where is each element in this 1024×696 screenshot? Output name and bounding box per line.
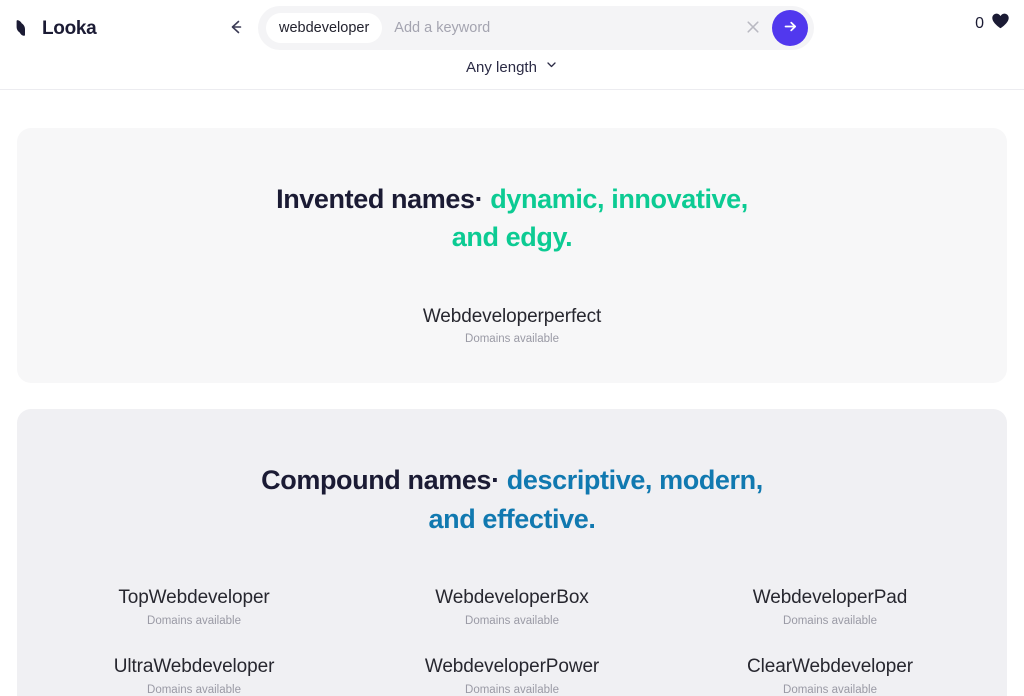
name-subtitle: Domains available <box>783 683 877 696</box>
name-result-item[interactable]: WebdeveloperPad Domains available <box>677 586 983 627</box>
search-input[interactable] <box>382 13 740 43</box>
search-submit-button[interactable] <box>772 10 808 46</box>
name-result-item[interactable]: WebdeveloperBox Domains available <box>359 586 665 627</box>
name-subtitle: Domains available <box>465 614 559 627</box>
name-title: WebdeveloperPad <box>752 587 908 609</box>
name-subtitle: Domains available <box>465 683 559 696</box>
arrow-right-icon <box>782 18 799 38</box>
invented-heading-accent: dynamic, innovative, and edgy. <box>451 184 749 253</box>
heart-filled-icon <box>991 12 1010 35</box>
invented-heading-separator: · <box>474 184 484 214</box>
name-subtitle: Domains available <box>783 614 877 627</box>
compound-names-heading: Compound names· descriptive, modern, and… <box>252 461 772 538</box>
chevron-down-icon <box>545 58 558 76</box>
compound-names-card: Compound names· descriptive, modern, and… <box>17 409 1007 696</box>
favorites-count: 0 <box>975 14 984 32</box>
brand-logo[interactable]: Looka <box>14 14 97 42</box>
brand-name: Looka <box>42 17 97 39</box>
name-title: WebdeveloperBox <box>435 587 589 609</box>
name-subtitle: Domains available <box>147 614 241 627</box>
search-bar[interactable]: webdeveloper <box>258 6 814 50</box>
app-header: Looka webdeveloper Add a keyword Any len… <box>0 0 1024 90</box>
name-subtitle: Domains available <box>147 683 241 696</box>
invented-heading-primary: Invented names <box>276 184 475 214</box>
name-subtitle: Domains available <box>465 333 559 346</box>
name-result-item[interactable]: ClearWebdeveloper Domains available <box>677 655 983 696</box>
favorites-counter[interactable]: 0 <box>975 12 1010 35</box>
compound-names-grid: TopWebdeveloper Domains available Webdev… <box>41 586 983 696</box>
compound-heading-separator: · <box>491 465 500 496</box>
clear-search-button[interactable] <box>740 15 766 41</box>
name-result-item[interactable]: WebdeveloperPower Domains available <box>359 655 665 696</box>
arrow-left-icon <box>226 17 246 40</box>
name-result-item[interactable]: TopWebdeveloper Domains available <box>41 586 347 627</box>
compound-heading-primary: Compound names <box>261 465 492 496</box>
keyword-chip-webdeveloper[interactable]: webdeveloper <box>266 13 383 43</box>
back-button[interactable] <box>222 14 250 42</box>
length-filter-label: Any length <box>466 58 537 76</box>
invented-names-heading: Invented names· dynamic, innovative, and… <box>252 180 772 257</box>
name-title: Webdeveloperperfect <box>422 305 602 327</box>
name-result-item[interactable]: Webdeveloperperfect Domains available <box>41 305 983 346</box>
invented-names-grid: Webdeveloperperfect Domains available <box>41 305 983 346</box>
invented-names-card: Invented names· dynamic, innovative, and… <box>17 128 1007 384</box>
looka-logo-mark-icon <box>14 18 34 38</box>
name-title: WebdeveloperPower <box>424 655 600 677</box>
length-filter-dropdown[interactable]: Any length <box>0 58 1024 76</box>
name-result-item[interactable]: UltraWebdeveloper Domains available <box>41 655 347 696</box>
results-area: Invented names· dynamic, innovative, and… <box>0 90 1024 696</box>
close-icon <box>745 19 761 38</box>
name-title: TopWebdeveloper <box>118 587 270 609</box>
name-title: ClearWebdeveloper <box>747 655 913 677</box>
name-title: UltraWebdeveloper <box>113 655 275 677</box>
